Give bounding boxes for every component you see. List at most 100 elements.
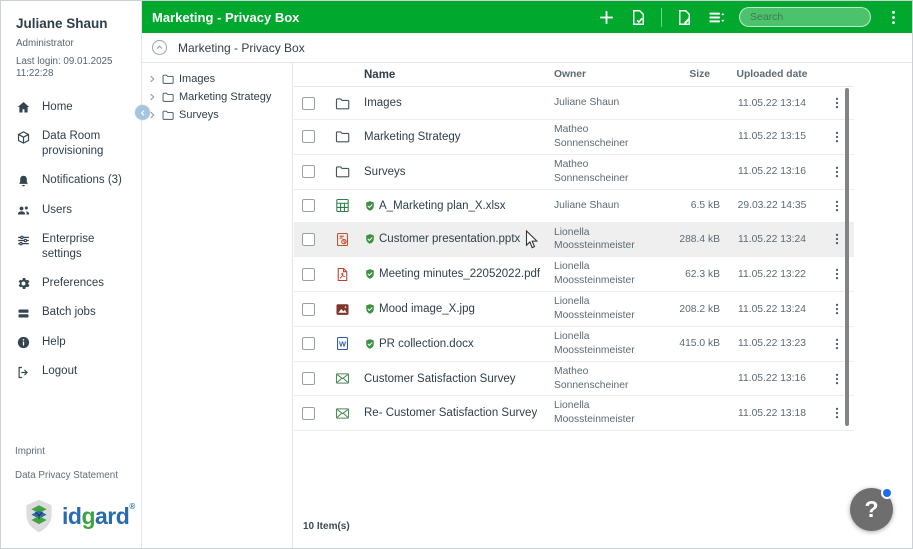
idgard-app: { "colors": { "accent_green": "#00a82e",…	[0, 0, 913, 549]
user-block: Juliane Shaun Administrator Last login: …	[1, 1, 141, 81]
table-row[interactable]: Customer Satisfaction Survey Matheo Sonn…	[294, 361, 854, 397]
row-date: 11.05.22 13:16	[738, 166, 806, 178]
row-date: 11.05.22 13:14	[738, 97, 806, 109]
sidebar-item-help[interactable]: Help	[1, 328, 141, 358]
row-owner: Lionella Moossteinmeister	[554, 261, 635, 287]
tree-item-label: Surveys	[179, 109, 219, 121]
row-checkbox[interactable]	[302, 337, 315, 351]
row-checkbox[interactable]	[302, 302, 315, 316]
breadcrumb-label: Marketing - Privacy Box	[178, 40, 305, 55]
row-date: 11.05.22 13:23	[738, 338, 806, 350]
powerpoint-icon	[320, 231, 364, 248]
chevron-right-icon[interactable]	[147, 92, 157, 102]
column-header-name[interactable]: Name	[364, 69, 554, 81]
chevron-up-icon[interactable]	[152, 40, 167, 55]
table-row[interactable]: Customer presentation.pptx Lionella Moos…	[294, 222, 854, 258]
table-row[interactable]: Marketing Strategy Matheo Sonnenscheiner…	[294, 120, 854, 155]
row-checkbox[interactable]	[302, 232, 315, 246]
tree-item-images[interactable]: Images	[142, 70, 292, 88]
verified-badge-icon	[364, 268, 376, 280]
table-row[interactable]: A_Marketing plan_X.xlsx Juliane Shaun 6.…	[294, 189, 854, 223]
sidebar-item-batch-jobs[interactable]: Batch jobs	[1, 298, 141, 328]
folder-icon	[161, 90, 175, 104]
table-row[interactable]: Images Juliane Shaun 11.05.22 13:14	[294, 87, 854, 120]
sidebar-item-users[interactable]: Users	[1, 196, 141, 226]
row-checkbox[interactable]	[302, 199, 315, 213]
row-checkbox[interactable]	[302, 406, 315, 420]
idgard-logo-mark-icon	[21, 498, 57, 534]
row-checkbox[interactable]	[302, 165, 315, 179]
column-header-size[interactable]: Size	[660, 69, 724, 80]
sidebar-link-data-privacy-statement[interactable]: Data Privacy Statement	[1, 470, 141, 481]
sidebar-item-enterprise-settings[interactable]: Enterprise settings	[1, 225, 141, 269]
file-table: Name Owner Size Uploaded date Images Jul…	[294, 63, 854, 548]
row-checkbox[interactable]	[302, 267, 315, 281]
sidebar-item-notifications-3[interactable]: Notifications (3)	[1, 166, 141, 196]
plus-icon[interactable]	[597, 8, 616, 27]
row-date: 11.05.22 13:24	[738, 233, 806, 245]
sidebar-item-label: Home	[42, 100, 73, 113]
row-owner: Lionella Moossteinmeister	[554, 296, 635, 322]
svg-text:W: W	[338, 340, 345, 349]
row-date: 11.05.22 13:18	[738, 407, 806, 419]
idgard-logo: idgard®	[1, 494, 141, 548]
breadcrumb: Marketing - Privacy Box	[142, 33, 912, 63]
logout-icon	[16, 365, 31, 380]
row-owner: Juliane Shaun	[554, 199, 620, 211]
sidebar-item-home[interactable]: Home	[1, 93, 141, 123]
search-input[interactable]	[739, 7, 871, 27]
row-owner: Lionella Moossteinmeister	[554, 330, 635, 356]
tree-item-label: Images	[179, 73, 216, 85]
sidebar-item-label: Preferences	[42, 276, 105, 289]
data-room-icon	[16, 130, 31, 145]
table-row[interactable]: Surveys Matheo Sonnenscheiner 11.05.22 1…	[294, 154, 854, 190]
sidebar-item-logout[interactable]: Logout	[1, 357, 141, 387]
help-button[interactable]: ?	[850, 487, 893, 531]
tree-item-surveys[interactable]: Surveys	[142, 106, 292, 124]
excel-icon	[320, 197, 364, 214]
row-size: 415.0 kB	[679, 338, 720, 350]
help-button-label: ?	[864, 496, 879, 522]
row-checkbox[interactable]	[302, 130, 315, 144]
sidebar-item-label: Data Room provisioning	[42, 130, 104, 158]
table-row[interactable]: W PR collection.docx Lionella Moossteinm…	[294, 326, 854, 362]
table-row[interactable]: Re- Customer Satisfaction Survey Lionell…	[294, 396, 854, 432]
tree-item-label: Marketing Strategy	[179, 91, 272, 103]
folder-icon	[320, 163, 364, 180]
folder-icon	[161, 108, 175, 122]
row-name: Re- Customer Satisfaction Survey	[364, 407, 538, 420]
row-checkbox[interactable]	[302, 96, 315, 110]
row-owner: Matheo Sonnenscheiner	[554, 124, 629, 149]
file-check-icon[interactable]	[629, 8, 648, 27]
sidebar-item-data-room-provisioning[interactable]: Data Room provisioning	[1, 122, 141, 166]
row-name: Marketing Strategy	[364, 130, 461, 143]
mail-icon	[320, 405, 364, 422]
sidebar-link-imprint[interactable]: Imprint	[1, 446, 141, 457]
folder-icon	[161, 72, 175, 86]
column-header-owner[interactable]: Owner	[554, 68, 660, 82]
row-owner: Lionella Moossteinmeister	[554, 226, 635, 252]
sliders-icon	[16, 233, 31, 248]
row-checkbox[interactable]	[302, 372, 315, 386]
user-name: Juliane Shaun	[16, 16, 108, 31]
table-row[interactable]: Mood image_X.jpg Lionella Moossteinmeist…	[294, 292, 854, 327]
kebab-menu-icon[interactable]	[884, 8, 903, 27]
chevron-right-icon[interactable]	[147, 74, 157, 84]
row-date: 29.03.22 14:35	[737, 200, 807, 212]
idgard-logo-text: idgard®	[62, 501, 135, 529]
row-name: Mood image_X.jpg	[379, 303, 475, 316]
table-scrollbar[interactable]	[845, 88, 849, 426]
sidebar-item-preferences[interactable]: Preferences	[1, 269, 141, 299]
sort-list-icon[interactable]	[707, 8, 726, 27]
tree-item-marketing-strategy[interactable]: Marketing Strategy	[142, 88, 292, 106]
file-edit-icon[interactable]	[675, 8, 694, 27]
column-header-date[interactable]: Uploaded date	[724, 69, 820, 80]
row-name: Customer presentation.pptx	[379, 233, 521, 246]
gear-icon	[16, 276, 31, 291]
sidebar-footer: Imprint Data Privacy Statement idgard®	[1, 446, 141, 548]
row-name: Customer Satisfaction Survey	[364, 372, 516, 385]
tree-collapse-button[interactable]	[135, 105, 150, 120]
row-name: Surveys	[364, 165, 406, 178]
table-row[interactable]: Meeting minutes_22052022.pdf Lionella Mo…	[294, 257, 854, 293]
sidebar-item-label: Enterprise settings	[42, 233, 95, 261]
